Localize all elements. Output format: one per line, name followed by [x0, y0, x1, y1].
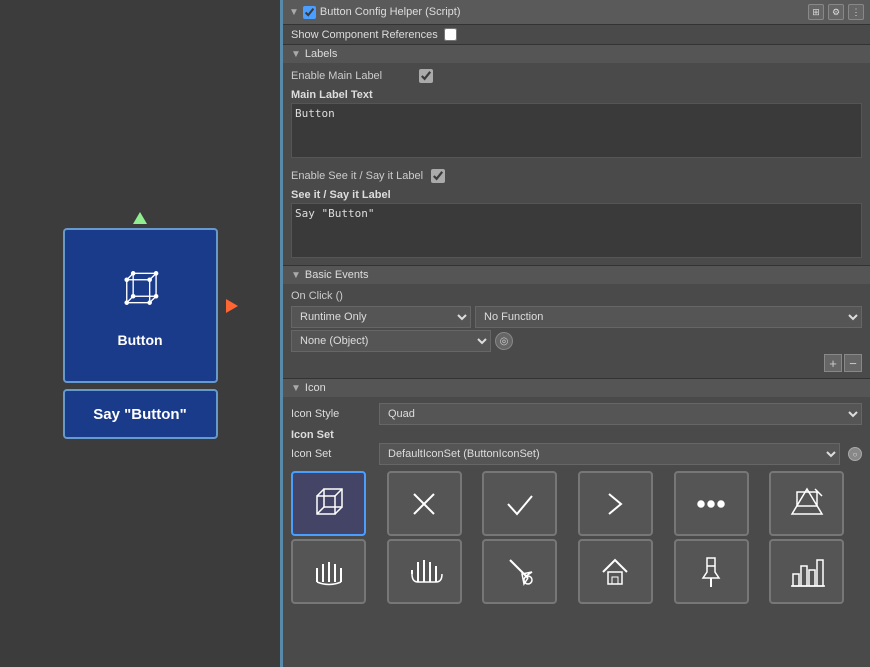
- say-button-label[interactable]: Say "Button": [63, 389, 218, 439]
- events-content: On Click () Runtime Only No Function Non…: [283, 284, 870, 378]
- show-component-refs-row: Show Component References: [283, 25, 870, 44]
- icon-cell-x[interactable]: [387, 471, 462, 536]
- icon-cell-cube[interactable]: [291, 471, 366, 536]
- script-header: ▼ Button Config Helper (Script) ⊞ ⚙ ⋮: [283, 0, 870, 25]
- header-icon-3[interactable]: ⋮: [848, 4, 864, 20]
- icon-set-row: Icon Set DefaultIconSet (ButtonIconSet) …: [291, 443, 862, 465]
- button-widget-icon: [110, 264, 170, 324]
- icon-style-label: Icon Style: [291, 408, 371, 420]
- button-preview-container: Button Say "Button": [63, 228, 218, 439]
- labels-section-content: Enable Main Label Main Label Text Button…: [283, 63, 870, 265]
- remove-event-btn[interactable]: −: [844, 354, 862, 372]
- header-icon-2[interactable]: ⚙: [828, 4, 844, 20]
- icon-cell-hand-spread[interactable]: [291, 539, 366, 604]
- icon-cell-dots[interactable]: [674, 471, 749, 536]
- enable-main-label-text: Enable Main Label: [291, 70, 411, 82]
- runtime-function-row: Runtime Only No Function: [291, 306, 862, 328]
- icon-set-circle-btn[interactable]: ○: [848, 447, 862, 461]
- labels-triangle: ▼: [291, 49, 301, 60]
- labels-section-header[interactable]: ▼ Labels: [283, 45, 870, 63]
- left-panel: Button Say "Button": [0, 0, 280, 667]
- basic-events-triangle: ▼: [291, 270, 301, 281]
- main-label-textarea[interactable]: Button: [291, 103, 862, 158]
- icon-cell-check[interactable]: [482, 471, 557, 536]
- icon-grid: [291, 471, 862, 604]
- enable-main-label-row: Enable Main Label: [291, 67, 862, 85]
- function-select[interactable]: No Function: [475, 306, 862, 328]
- on-click-label: On Click (): [291, 288, 862, 304]
- icon-set-header-label: Icon Set: [291, 429, 862, 441]
- basic-events-section: ▼ Basic Events On Click () Runtime Only …: [283, 265, 870, 378]
- main-label-text-label: Main Label Text: [291, 89, 862, 101]
- icon-section: ▼ Icon Icon Style Quad Icon Set Icon Set…: [283, 378, 870, 608]
- see-say-label-text: See it / Say it Label: [291, 189, 862, 201]
- basic-events-title: Basic Events: [305, 269, 369, 281]
- show-component-refs-checkbox[interactable]: [444, 28, 457, 41]
- show-component-refs-label: Show Component References: [291, 29, 438, 41]
- right-panel: ▼ Button Config Helper (Script) ⊞ ⚙ ⋮ Sh…: [283, 0, 870, 667]
- labels-section: ▼ Labels Enable Main Label Main Label Te…: [283, 44, 870, 265]
- icon-set-label: Icon Set: [291, 448, 371, 460]
- script-enable-checkbox[interactable]: [303, 6, 316, 19]
- button-widget-label: Button: [117, 332, 162, 348]
- arrow-up-indicator: [133, 212, 147, 224]
- labels-section-title: Labels: [305, 48, 337, 60]
- icon-cell-pointer[interactable]: [482, 539, 557, 604]
- icon-cell-shape[interactable]: [769, 471, 844, 536]
- none-object-row: None (Object) ◎: [291, 330, 862, 352]
- icon-style-row: Icon Style Quad: [291, 403, 862, 425]
- enable-see-say-checkbox[interactable]: [431, 169, 445, 183]
- script-title-row: ▼ Button Config Helper (Script): [289, 6, 461, 19]
- add-remove-row: + −: [291, 352, 862, 374]
- header-icons: ⊞ ⚙ ⋮: [808, 4, 864, 20]
- icon-style-select[interactable]: Quad: [379, 403, 862, 425]
- icon-cell-chart[interactable]: [769, 539, 844, 604]
- icon-cell-home[interactable]: [578, 539, 653, 604]
- script-title: Button Config Helper (Script): [320, 6, 461, 18]
- enable-see-say-label-text: Enable See it / Say it Label: [291, 170, 423, 182]
- icon-cell-chevron-right[interactable]: [578, 471, 653, 536]
- see-say-textarea[interactable]: Say "Button": [291, 203, 862, 258]
- add-event-btn[interactable]: +: [824, 354, 842, 372]
- object-circle-btn[interactable]: ◎: [495, 332, 513, 350]
- enable-see-say-row: Enable See it / Say it Label: [291, 167, 862, 185]
- icon-triangle: ▼: [291, 383, 301, 394]
- icon-section-content: Icon Style Quad Icon Set Icon Set Defaul…: [283, 397, 870, 608]
- icon-cell-pin[interactable]: [674, 539, 749, 604]
- arrow-right-indicator: [226, 299, 238, 313]
- script-arrow: ▼: [289, 7, 299, 18]
- icon-section-title: Icon: [305, 382, 326, 394]
- object-select[interactable]: None (Object): [291, 330, 491, 352]
- button-widget[interactable]: Button: [63, 228, 218, 383]
- icon-section-header[interactable]: ▼ Icon: [283, 379, 870, 397]
- enable-main-label-checkbox[interactable]: [419, 69, 433, 83]
- icon-set-select[interactable]: DefaultIconSet (ButtonIconSet): [379, 443, 840, 465]
- basic-events-header[interactable]: ▼ Basic Events: [283, 266, 870, 284]
- runtime-select[interactable]: Runtime Only: [291, 306, 471, 328]
- header-icon-1[interactable]: ⊞: [808, 4, 824, 20]
- icon-cell-hand-stop[interactable]: [387, 539, 462, 604]
